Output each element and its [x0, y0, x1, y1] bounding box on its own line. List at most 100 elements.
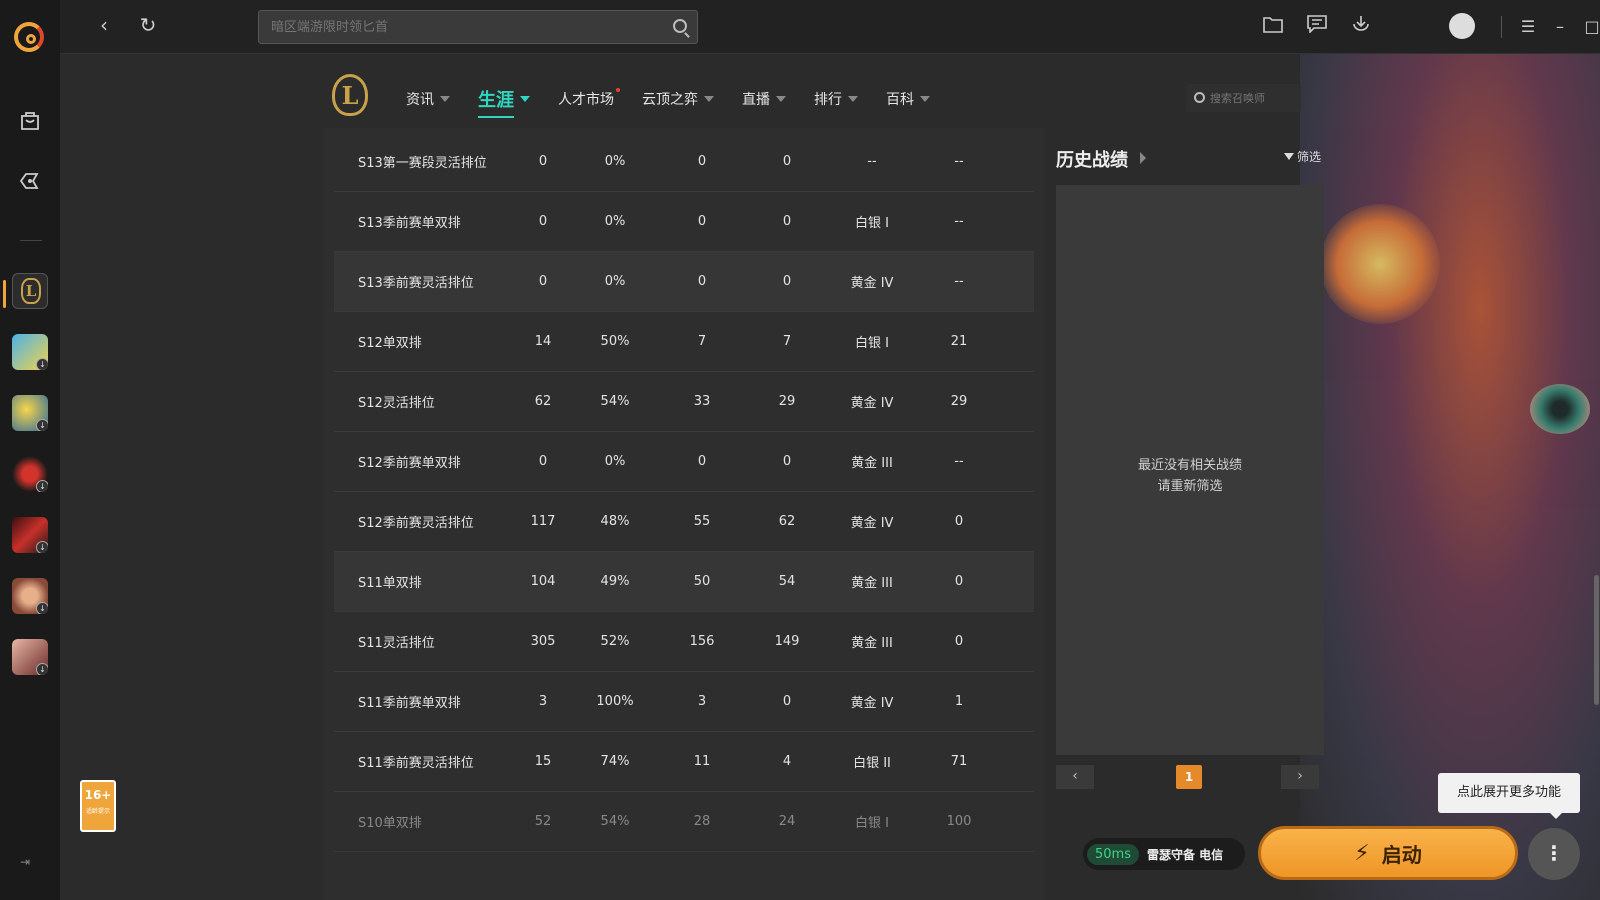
cell-games: 117	[530, 514, 556, 529]
message-icon[interactable]	[1305, 15, 1329, 39]
table-row[interactable]: S12单双排 14 50% 7 7 白银 I 21	[334, 312, 1034, 372]
table-row[interactable]: S12季前赛灵活排位 117 48% 55 62 黄金 IV 0	[334, 492, 1034, 552]
rail-game-5[interactable]: ↓	[12, 517, 48, 553]
cell-win-rate: 52%	[600, 634, 630, 649]
ping-value: 50ms	[1087, 843, 1139, 865]
tab-tft[interactable]: 云顶之弈	[642, 86, 714, 112]
more-options-button[interactable]: ⋮	[1528, 828, 1580, 880]
cell-season-name: S10单双排	[358, 816, 422, 831]
search-icon	[1194, 92, 1205, 103]
table-row[interactable]: S13第一赛段灵活排位 0 0% 0 0 -- --	[334, 132, 1034, 192]
cell-games: 0	[538, 214, 548, 229]
folder-icon[interactable]	[1261, 15, 1285, 39]
tab-news[interactable]: 资讯	[406, 86, 450, 112]
cell-games: 0	[538, 454, 548, 469]
summoner-search[interactable]	[1186, 84, 1301, 112]
cell-wins: 7	[697, 334, 707, 349]
cell-points: 0	[954, 634, 964, 649]
chevron-right-icon[interactable]	[1140, 152, 1146, 164]
summoner-search-input[interactable]	[1210, 88, 1298, 108]
search-icon[interactable]	[673, 19, 687, 33]
tab-ranking[interactable]: 排行	[814, 86, 858, 112]
rail-game-4[interactable]: ↓	[12, 456, 48, 492]
page-scrollbar[interactable]	[1594, 575, 1599, 705]
download-icon: ↓	[36, 358, 48, 370]
age-rating-label: 16+	[84, 788, 112, 802]
tab-career[interactable]: 生涯	[478, 86, 530, 118]
refresh-icon[interactable]: ↻	[136, 14, 160, 38]
cell-rank: 黄金 IV	[850, 516, 894, 531]
pager-current-page[interactable]: 1	[1176, 765, 1202, 789]
table-row[interactable]: S12灵活排位 62 54% 33 29 黄金 IV 29	[334, 372, 1034, 432]
cell-rank: 黄金 IV	[850, 396, 894, 411]
age-rating-caption: 适龄提示	[85, 808, 110, 815]
cell-losses: 24	[778, 814, 796, 829]
left-rail: L ↓ ↓ ↓ ↓ ↓ ↓ ⇥	[0, 0, 60, 900]
pager-prev-button[interactable]: ‹	[1056, 765, 1094, 789]
store-bag-icon[interactable]	[16, 106, 44, 134]
table-row[interactable]: S11单双排 104 49% 50 54 黄金 III 0	[334, 552, 1034, 612]
cell-wins: 0	[697, 214, 707, 229]
table-row[interactable]: S11灵活排位 305 52% 156 149 黄金 III 0	[334, 612, 1034, 672]
user-avatar[interactable]	[1449, 13, 1475, 39]
cell-rank: 黄金 III	[851, 456, 893, 471]
cell-losses: 7	[782, 334, 792, 349]
rail-game-7[interactable]: ↓	[12, 639, 48, 675]
launch-button[interactable]: ⚡ 启动	[1258, 826, 1518, 880]
notification-dot	[616, 88, 620, 92]
tab-live[interactable]: 直播	[742, 86, 786, 112]
cell-season-name: S12单双排	[358, 336, 422, 351]
cell-losses: 4	[782, 754, 792, 769]
table-row[interactable]: S13季前赛灵活排位 0 0% 0 0 黄金 IV --	[334, 252, 1034, 312]
table-row[interactable]: S10单双排 52 54% 28 24 白银 I 100	[334, 792, 1034, 852]
history-title[interactable]: 历史战绩	[1056, 146, 1128, 172]
cell-wins: 0	[697, 154, 707, 169]
rail-game-lol[interactable]: L	[12, 273, 48, 309]
tab-talent-market[interactable]: 人才市场	[558, 86, 620, 112]
global-search-input[interactable]	[259, 11, 659, 43]
back-icon[interactable]: ‹	[92, 14, 116, 38]
top-bar: ‹ ↻ ☰ – □ ✕	[60, 0, 1600, 54]
cell-games: 104	[530, 574, 556, 589]
cell-win-rate: 54%	[600, 814, 630, 829]
gamepad-tag-icon[interactable]	[16, 167, 44, 195]
server-status[interactable]: 50ms 雷瑟守备 电信	[1083, 838, 1245, 870]
cell-games: 14	[534, 334, 552, 349]
tab-wiki[interactable]: 百科	[886, 86, 930, 112]
menu-icon[interactable]: ☰	[1516, 15, 1540, 39]
table-row[interactable]: S12季前赛单双排 0 0% 0 0 黄金 III --	[334, 432, 1034, 492]
history-list: 最近没有相关战绩 请重新筛选	[1056, 185, 1324, 755]
cell-points: --	[954, 454, 964, 469]
pager-next-button[interactable]: ›	[1281, 765, 1319, 789]
lol-logo[interactable]: L	[332, 74, 368, 116]
collapse-rail-icon[interactable]: ⇥	[20, 855, 38, 871]
cell-points: 1	[954, 694, 964, 709]
download-manager-icon[interactable]	[1349, 15, 1373, 39]
global-search[interactable]	[258, 10, 698, 44]
maximize-icon[interactable]: □	[1580, 15, 1600, 39]
history-empty-message: 最近没有相关战绩 请重新筛选	[1137, 458, 1242, 494]
chevron-down-icon	[848, 96, 858, 102]
rail-game-2[interactable]: ↓	[12, 334, 48, 370]
rail-active-indicator	[3, 280, 6, 308]
cell-win-rate: 0%	[604, 214, 626, 229]
launch-label: 启动	[1381, 842, 1422, 867]
cell-losses: 0	[782, 454, 792, 469]
chevron-down-icon	[776, 96, 786, 102]
filter-button[interactable]: 筛选	[1284, 148, 1321, 165]
table-row[interactable]: S13季前赛单双排 0 0% 0 0 白银 I --	[334, 192, 1034, 252]
age-rating-badge: 16+ 适龄提示	[80, 780, 116, 832]
download-icon: ↓	[36, 602, 48, 614]
minimize-icon[interactable]: –	[1548, 15, 1572, 39]
cell-wins: 28	[693, 814, 711, 829]
table-row[interactable]: S11季前赛灵活排位 15 74% 11 4 白银 II 71	[334, 732, 1034, 792]
cell-games: 15	[534, 754, 552, 769]
table-row[interactable]: S11季前赛单双排 3 100% 3 0 黄金 IV 1	[334, 672, 1034, 732]
app-logo[interactable]	[14, 22, 44, 52]
cell-win-rate: 0%	[604, 454, 626, 469]
rail-game-3[interactable]: ↓	[12, 395, 48, 431]
rail-game-6[interactable]: ↓	[12, 578, 48, 614]
cell-rank: 白银 I	[855, 336, 889, 351]
cell-points: 0	[954, 574, 964, 589]
page-tabs: 资讯 生涯 人才市场 云顶之弈 直播 排行 百科	[406, 86, 958, 118]
